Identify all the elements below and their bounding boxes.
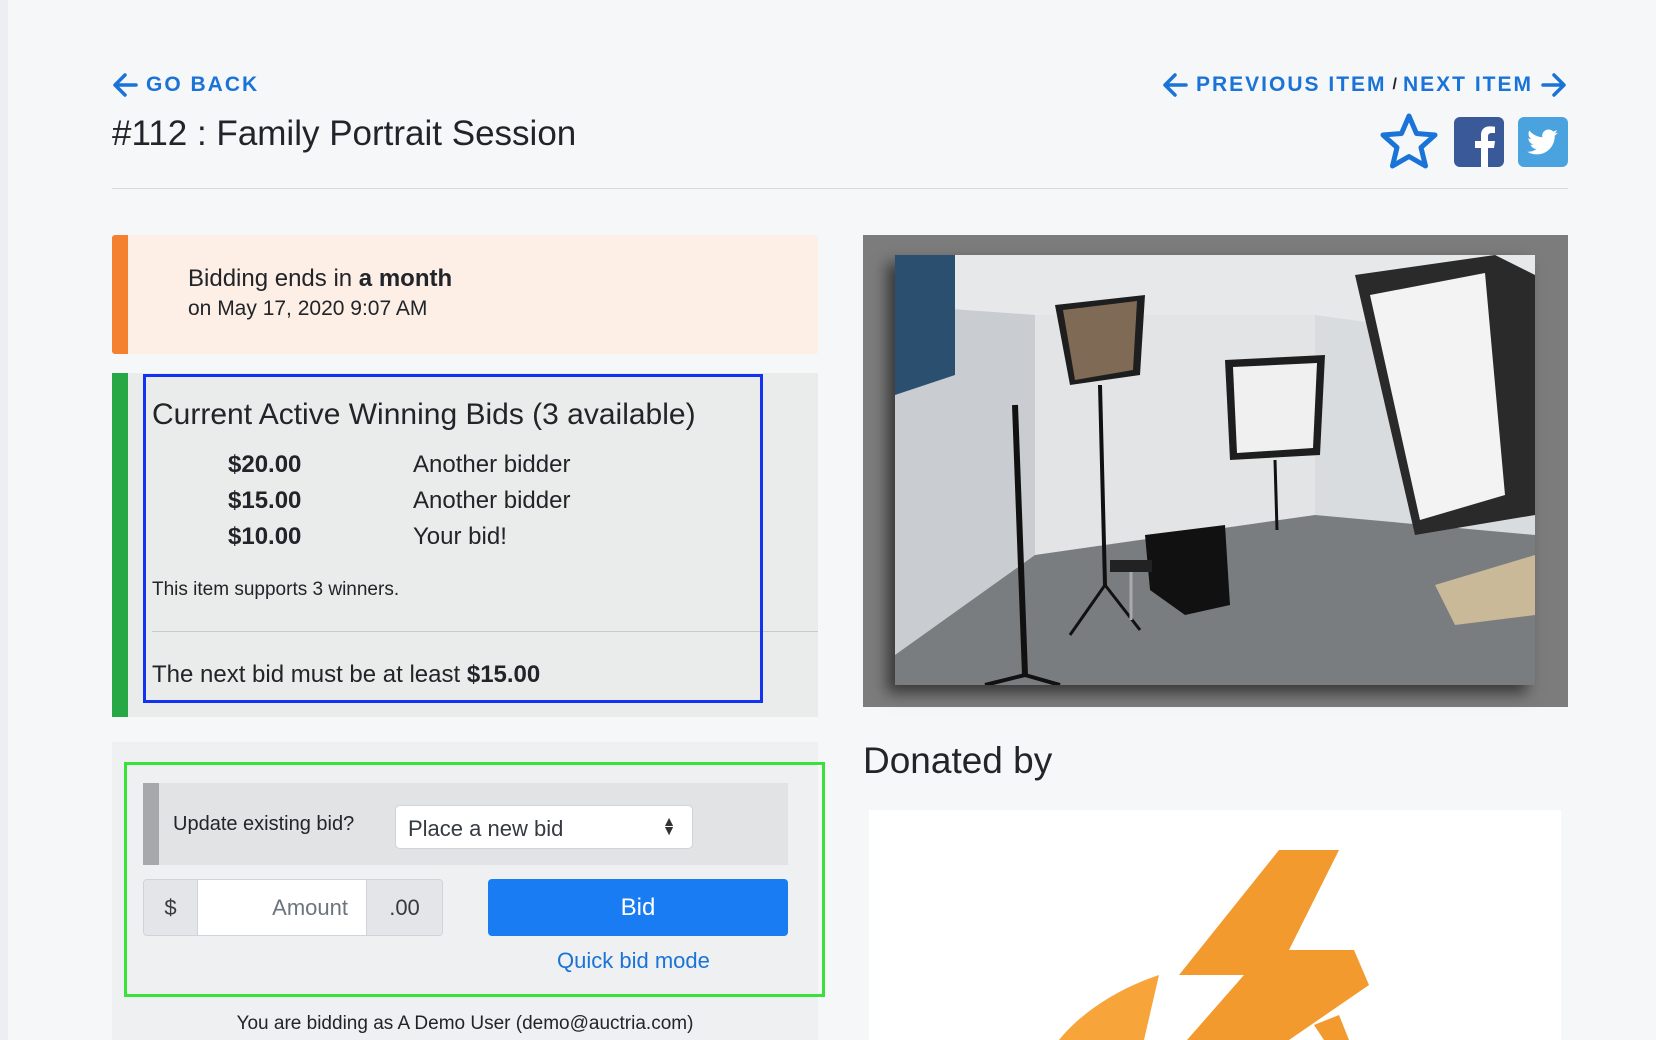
- header-divider: [112, 188, 1568, 189]
- donated-by-title: Donated by: [863, 740, 1053, 781]
- item-photo: [895, 255, 1535, 685]
- previous-item-link[interactable]: PREVIOUS ITEM: [1162, 72, 1387, 98]
- facebook-icon[interactable]: [1454, 117, 1504, 172]
- bidding-end-alert: Bidding ends in a month on May 17, 2020 …: [112, 235, 818, 354]
- go-back-link[interactable]: GO BACK: [112, 72, 259, 98]
- arrow-left-icon: [112, 72, 138, 98]
- next-item-label: NEXT ITEM: [1402, 73, 1533, 96]
- bidding-end-headline: Bidding ends in a month: [188, 265, 452, 293]
- highlight-box-green: [124, 762, 825, 997]
- arrow-left-icon: [1162, 72, 1188, 98]
- highlight-box-blue: [143, 374, 763, 703]
- item-photo-frame: [863, 235, 1568, 707]
- donor-logo-card: [869, 810, 1561, 1040]
- page-title: #112 : Family Portrait Session: [112, 114, 577, 153]
- go-back-label: GO BACK: [146, 73, 260, 96]
- social-actions: [1378, 112, 1568, 177]
- previous-item-label: PREVIOUS ITEM: [1196, 73, 1387, 96]
- bidding-end-date: on May 17, 2020 9:07 AM: [188, 297, 428, 320]
- page-left-strip: [0, 0, 8, 1040]
- bidding-as-note: You are bidding as A Demo User (demo@auc…: [236, 1013, 694, 1034]
- next-item-link[interactable]: NEXT ITEM: [1403, 72, 1567, 98]
- pager-separator: /: [1392, 76, 1397, 93]
- arrow-right-icon: [1541, 72, 1567, 98]
- bidding-end-relative: a month: [358, 265, 453, 292]
- twitter-icon[interactable]: [1518, 117, 1568, 172]
- bidding-end-prefix: Bidding ends in: [188, 265, 359, 292]
- star-icon[interactable]: [1378, 112, 1440, 177]
- item-pager: PREVIOUS ITEM / NEXT ITEM: [1162, 72, 1567, 98]
- donor-logo: [869, 850, 1561, 1040]
